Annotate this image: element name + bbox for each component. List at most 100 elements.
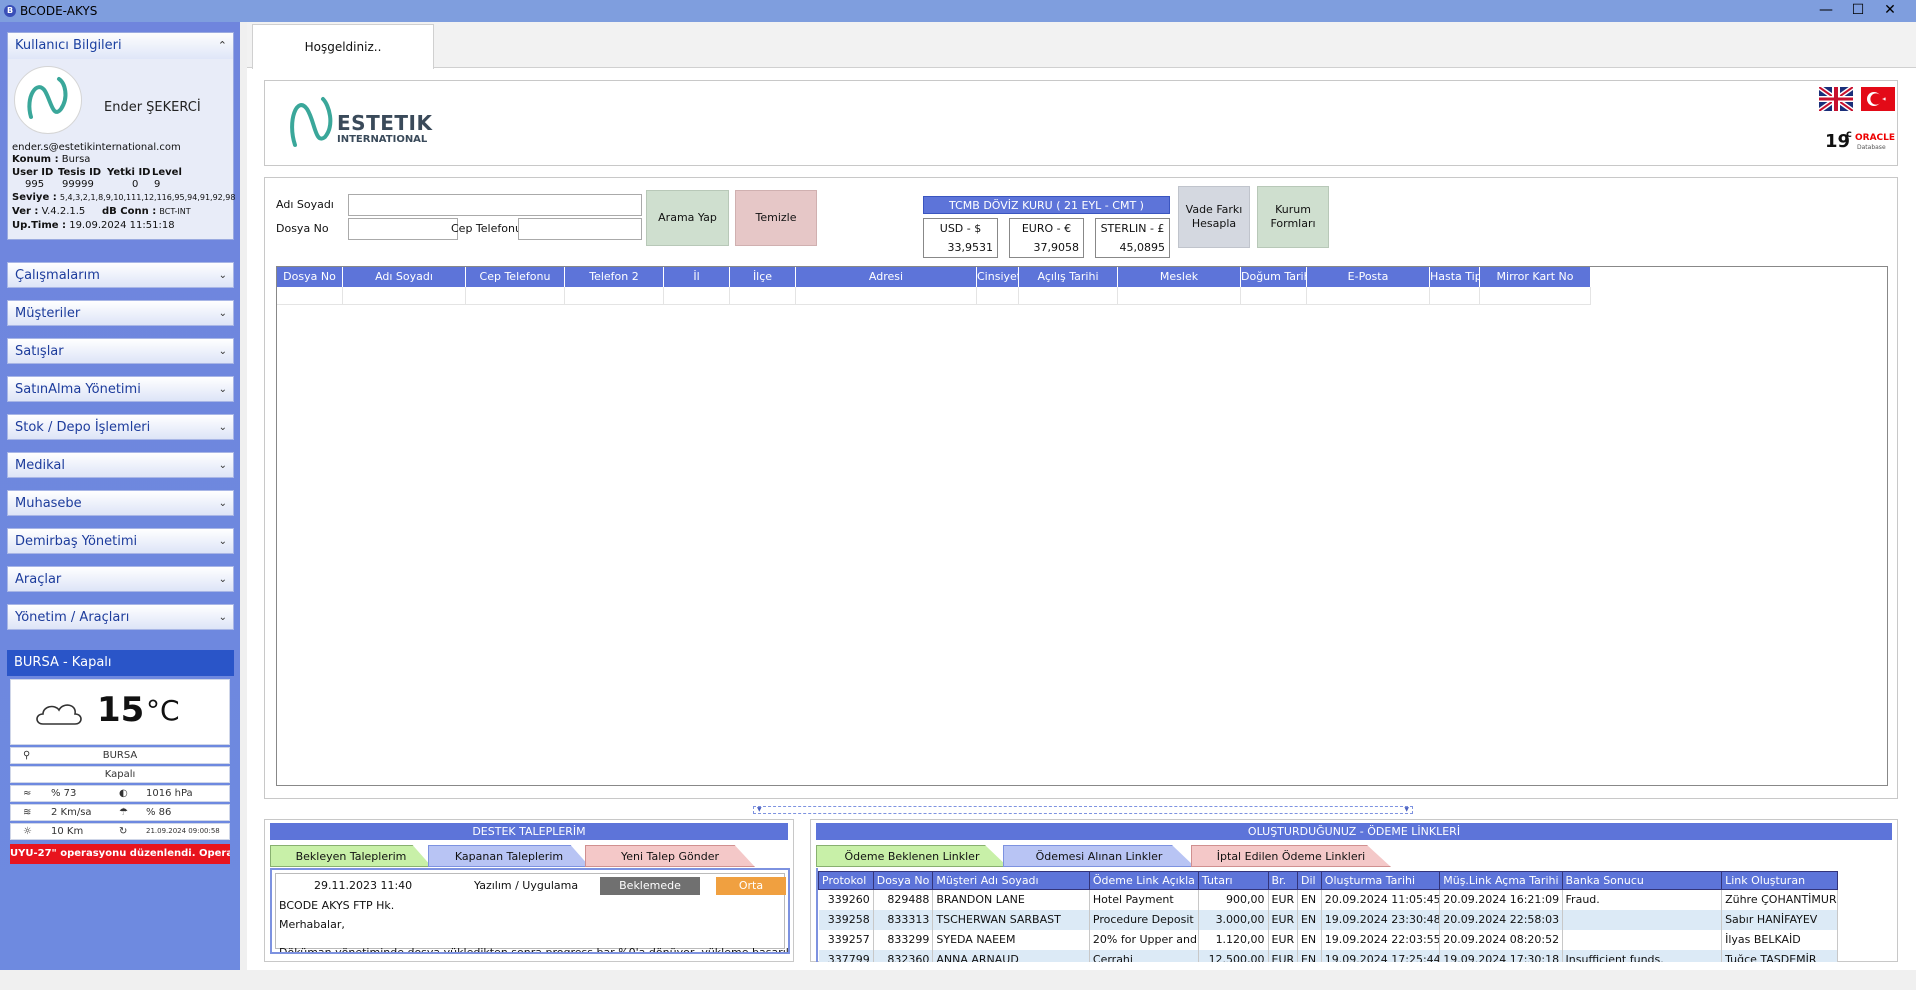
grid-column-header[interactable]: Açılış Tarihi (1019, 267, 1118, 287)
grid-cell[interactable] (664, 287, 730, 305)
splitter-handle[interactable]: ▼ ▼ (753, 806, 1413, 814)
close-icon[interactable]: ✕ (1874, 0, 1906, 20)
grid-column-header[interactable]: Meslek (1118, 267, 1241, 287)
grid-column-header[interactable]: İl (664, 267, 730, 287)
tab-welcome[interactable]: Hoşgeldiniz.. (252, 24, 434, 69)
vade-button[interactable]: Vade Farkı Hesapla (1178, 186, 1250, 248)
grid-cell[interactable] (277, 287, 343, 305)
chevron-down-icon[interactable]: ⌄ (219, 339, 227, 365)
table-row[interactable]: 339257 833299 SYEDA NAEEM 20% for Upper and… (818, 929, 1838, 950)
minimize-icon[interactable]: — (1810, 0, 1842, 20)
avatar (14, 66, 82, 134)
grid-cell[interactable] (1480, 287, 1591, 305)
grid-cell[interactable] (796, 287, 977, 305)
sidebar-item-label: Çalışmalarım (15, 268, 100, 283)
chevron-down-icon[interactable]: ⌄ (219, 301, 227, 327)
chevron-down-icon[interactable]: ⌄ (219, 567, 227, 593)
grid-column-header[interactable]: Dosya No (277, 267, 343, 287)
payment-column-header[interactable]: Banka Sonucu (1561, 871, 1723, 890)
chevron-down-icon[interactable]: ⌄ (219, 263, 227, 289)
grid-column-header[interactable]: Mirror Kart No (1480, 267, 1591, 287)
grid-column-header[interactable]: Adresi (796, 267, 977, 287)
refresh-icon[interactable]: ↻ (119, 824, 127, 839)
dbconn-value: BCT-INT (159, 207, 191, 216)
sidebar-item[interactable]: Çalışmalarım ⌄ (7, 262, 234, 288)
maximize-icon[interactable]: ☐ (1842, 0, 1874, 20)
payment-column-header[interactable]: Protokol (818, 871, 874, 890)
tab-received-links[interactable]: Ödemesi Alınan Linkler (1003, 845, 1195, 867)
search-button[interactable]: Arama Yap (646, 190, 729, 246)
grid-cell[interactable] (1241, 287, 1307, 305)
chevron-down-icon[interactable]: ⌄ (219, 529, 227, 555)
chevron-down-icon[interactable]: ⌄ (219, 491, 227, 517)
user-info-header[interactable]: Kullanıcı Bilgileri ⌃ (8, 33, 233, 59)
grid-column-header[interactable]: İlçe (730, 267, 796, 287)
chevron-down-icon[interactable]: ⌄ (219, 377, 227, 403)
grid-column-header[interactable]: Cinsiyeti (977, 267, 1019, 287)
grid-column-header[interactable]: Doğum Tarihi (1241, 267, 1307, 287)
konum-value: Bursa (61, 154, 91, 165)
sidebar-item-label: Stok / Depo İşlemleri (15, 420, 151, 435)
sidebar-item[interactable]: Muhasebe ⌄ (7, 490, 234, 516)
grid-column-header[interactable]: Adı Soyadı (343, 267, 466, 287)
sidebar-item[interactable]: Yönetim / Araçları ⌄ (7, 604, 234, 630)
name-input[interactable] (348, 194, 642, 216)
tr-flag-icon[interactable] (1861, 87, 1895, 111)
tab-cancelled-links[interactable]: İptal Edilen Ödeme Linkleri (1191, 845, 1391, 867)
chevron-down-icon[interactable]: ⌄ (219, 415, 227, 441)
table-row[interactable]: 337799 832360 ANNA ARNAUD Cerrahi 12.500,00 E… (818, 949, 1838, 962)
payment-column-header[interactable]: Müş.Link Açma Tarihi (1439, 871, 1563, 890)
chevron-up-icon[interactable]: ⌃ (218, 33, 227, 59)
tab-pending-links[interactable]: Ödeme Beklenen Linkler (816, 845, 1008, 867)
tab-closed-requests[interactable]: Kapanan Taleplerim (428, 845, 590, 867)
grid-cell[interactable] (1307, 287, 1430, 305)
sidebar-item[interactable]: Medikal ⌄ (7, 452, 234, 478)
grid-cell[interactable] (343, 287, 466, 305)
tab-waiting-requests[interactable]: Bekleyen Taleplerim (270, 845, 432, 867)
payment-column-header[interactable]: Tutarı (1197, 871, 1269, 890)
kurum-button[interactable]: Kurum Formları (1257, 186, 1329, 248)
dosya-input[interactable] (348, 218, 458, 240)
sidebar-item[interactable]: Demirbaş Yönetimi ⌄ (7, 528, 234, 554)
sidebar-item[interactable]: Müşteriler ⌄ (7, 300, 234, 326)
grid-cell[interactable] (1430, 287, 1480, 305)
grid-column-header[interactable]: Hasta Tipi (1430, 267, 1480, 287)
grid-column-header[interactable]: E-Posta (1307, 267, 1430, 287)
table-cell: 20.09.2024 22:58:03 (1439, 909, 1563, 930)
sidebar-item[interactable]: Stok / Depo İşlemleri ⌄ (7, 414, 234, 440)
grid-cell[interactable] (565, 287, 664, 305)
grid-cell[interactable] (1118, 287, 1241, 305)
clear-button[interactable]: Temizle (735, 190, 817, 246)
payment-column-header[interactable]: Oluşturma Tarihi (1320, 871, 1441, 890)
grid-column-header[interactable]: Telefon 2 (565, 267, 664, 287)
table-row[interactable]: 339260 829488 BRANDON LANE Hotel Payment 900… (818, 889, 1838, 910)
grid-cell[interactable] (466, 287, 565, 305)
grid-cell[interactable] (1019, 287, 1118, 305)
chevron-down-icon[interactable]: ⌄ (219, 605, 227, 631)
table-row[interactable]: 339258 833313 TSCHERWAN SARBAST Procedure D… (818, 909, 1838, 930)
grid-column-header[interactable]: Cep Telefonu (466, 267, 565, 287)
user-id-label: User ID (12, 167, 54, 178)
sidebar-item[interactable]: Satışlar ⌄ (7, 338, 234, 364)
table-cell: 20.09.2024 11:05:45 (1321, 889, 1441, 910)
cep-label: Cep Telefonu (451, 222, 522, 235)
request-greeting: Merhabalar, (279, 918, 345, 931)
weather-row-3: ☼ 10 Km ↻ 21.09.2024 09:00:58 (10, 823, 230, 840)
cep-input[interactable] (518, 218, 642, 240)
payment-column-header[interactable]: Müşteri Adı Soyadı (932, 871, 1090, 890)
sidebar-item[interactable]: Araçlar ⌄ (7, 566, 234, 592)
request-item[interactable]: 29.11.2023 11:40 Yazılım / Uygulama Bekl… (275, 873, 788, 952)
payment-column-header[interactable]: Br. (1267, 871, 1298, 890)
payment-column-header[interactable]: Dosya No (872, 871, 934, 890)
grid-cell[interactable] (730, 287, 796, 305)
sidebar-item[interactable]: SatınAlma Yönetimi ⌄ (7, 376, 234, 402)
weather-city-row: ⚲ BURSA (10, 747, 230, 764)
payment-column-header[interactable]: Ödeme Link Açıkla (1088, 871, 1199, 890)
tab-new-request[interactable]: Yeni Talep Gönder (585, 845, 755, 867)
table-cell: 20% for Upper and (1089, 929, 1199, 950)
uk-flag-icon[interactable] (1819, 87, 1853, 111)
payment-column-header[interactable]: Link Oluşturan (1721, 871, 1838, 890)
chevron-down-icon[interactable]: ⌄ (219, 453, 227, 479)
payment-column-header[interactable]: Dil (1296, 871, 1322, 890)
grid-cell[interactable] (977, 287, 1019, 305)
